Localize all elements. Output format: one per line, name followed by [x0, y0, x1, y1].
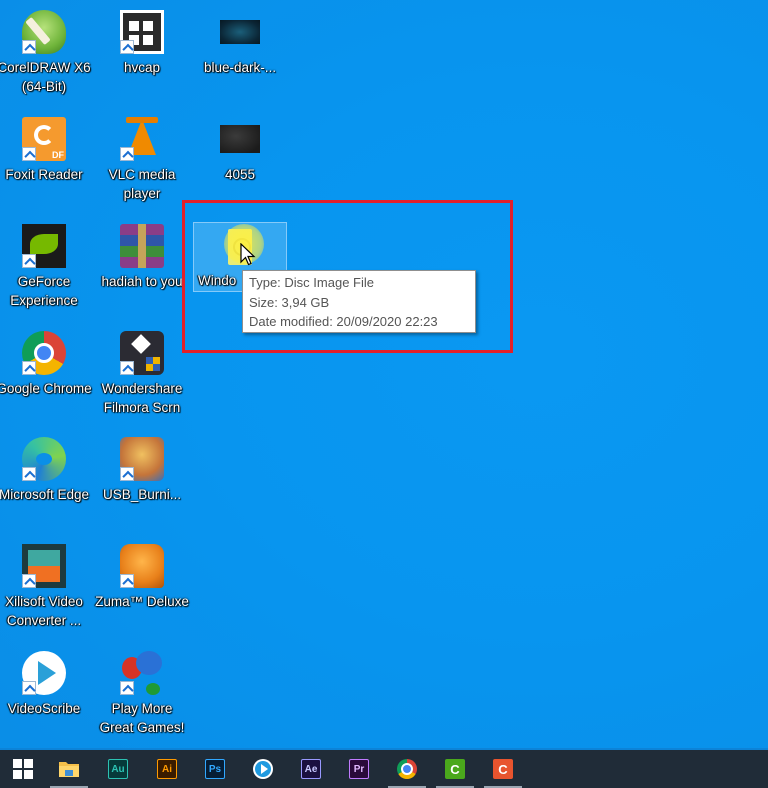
adobe-illustrator-icon: Ai: [157, 759, 177, 779]
taskbar-after-effects[interactable]: Ae: [288, 750, 334, 788]
desktop-icon-hvcap[interactable]: hvcap: [94, 10, 190, 77]
desktop-icon-hadiah-to-you[interactable]: hadiah to you: [94, 224, 190, 291]
taskbar-photoshop[interactable]: Ps: [192, 750, 238, 788]
desktop[interactable]: CorelDRAW X6 (64-Bit) Foxit Reader GeFor…: [0, 0, 768, 748]
adobe-after-effects-icon: Ae: [301, 759, 321, 779]
desktop-icon-coreldraw[interactable]: CorelDRAW X6 (64-Bit): [0, 10, 92, 96]
taskbar-camtasia-recorder[interactable]: C: [432, 750, 478, 788]
shortcut-arrow-icon: [22, 147, 36, 161]
camtasia-recorder-icon: C: [445, 759, 465, 779]
desktop-icon-blue-dark[interactable]: blue-dark-...: [192, 10, 288, 77]
icon-label: Zuma™ Deluxe: [95, 594, 189, 609]
taskbar-illustrator[interactable]: Ai: [144, 750, 190, 788]
taskbar-premiere-pro[interactable]: Pr: [336, 750, 382, 788]
icon-label: blue-dark-...: [203, 60, 277, 75]
shortcut-arrow-icon: [22, 361, 36, 375]
taskbar-audition[interactable]: Au: [95, 750, 141, 788]
desktop-icon-videoscribe[interactable]: VideoScribe: [0, 651, 92, 718]
icon-label: GeForce Experience: [10, 274, 78, 308]
winrar-archive-icon: [120, 224, 164, 268]
icon-label: 4055: [224, 167, 256, 182]
image-thumbnail-icon: [220, 20, 260, 44]
icon-label: Wondershare Filmora Scrn: [101, 381, 183, 415]
windows-logo-icon: [13, 759, 33, 779]
icon-label: USB_Burni...: [102, 487, 182, 502]
adobe-audition-icon: Au: [108, 759, 128, 779]
taskbar-file-explorer[interactable]: [46, 750, 92, 788]
icon-label: hadiah to you: [101, 274, 183, 289]
chrome-icon: [397, 759, 417, 779]
desktop-icon-google-chrome[interactable]: Google Chrome: [0, 331, 92, 398]
play-circle-icon: [253, 759, 273, 779]
shortcut-arrow-icon: [22, 40, 36, 54]
desktop-icon-geforce-experience[interactable]: GeForce Experience: [0, 224, 92, 310]
shortcut-arrow-icon: [120, 681, 134, 695]
icon-label: Microsoft Edge: [0, 487, 90, 502]
camtasia-icon: C: [493, 759, 513, 779]
taskbar-camtasia[interactable]: C: [480, 750, 526, 788]
desktop-icon-zuma-deluxe[interactable]: Zuma™ Deluxe: [94, 544, 190, 611]
shortcut-arrow-icon: [22, 681, 36, 695]
start-button[interactable]: [0, 750, 46, 788]
desktop-icon-microsoft-edge[interactable]: Microsoft Edge: [0, 437, 92, 504]
icon-label: CorelDRAW X6 (64-Bit): [0, 60, 91, 94]
icon-label: hvcap: [123, 60, 161, 75]
desktop-icon-play-more-great-games[interactable]: Play More Great Games!: [94, 651, 190, 737]
annotation-highlight-box: [182, 200, 513, 353]
shortcut-arrow-icon: [22, 574, 36, 588]
icon-label: VideoScribe: [7, 701, 81, 716]
adobe-premiere-pro-icon: Pr: [349, 759, 369, 779]
icon-label: Google Chrome: [0, 381, 92, 396]
desktop-icon-4055[interactable]: 4055: [192, 117, 288, 184]
shortcut-arrow-icon: [120, 147, 134, 161]
shortcut-arrow-icon: [120, 574, 134, 588]
taskbar: Au Ai Ps Ae Pr C C: [0, 748, 768, 788]
desktop-icon-foxit-reader[interactable]: Foxit Reader: [0, 117, 92, 184]
icon-label: Play More Great Games!: [99, 701, 185, 735]
adobe-photoshop-icon: Ps: [205, 759, 225, 779]
taskbar-media-player[interactable]: [240, 750, 286, 788]
shortcut-arrow-icon: [120, 40, 134, 54]
icon-label: VLC media player: [108, 167, 176, 201]
shortcut-arrow-icon: [22, 254, 36, 268]
shortcut-arrow-icon: [120, 467, 134, 481]
desktop-icon-wondershare-filmora-scrn[interactable]: Wondershare Filmora Scrn: [94, 331, 190, 417]
vlc-cone-base: [126, 117, 158, 123]
desktop-icon-xilisoft-video-converter[interactable]: Xilisoft Video Converter ...: [0, 544, 92, 630]
desktop-icon-usb-burning-tool[interactable]: USB_Burni...: [94, 437, 190, 504]
taskbar-chrome[interactable]: [384, 750, 430, 788]
icon-label: Xilisoft Video Converter ...: [5, 594, 83, 628]
shortcut-arrow-icon: [22, 467, 36, 481]
folder-icon: [59, 762, 79, 777]
image-thumbnail-icon: [220, 125, 260, 153]
shortcut-arrow-icon: [120, 361, 134, 375]
desktop-icon-vlc-media-player[interactable]: VLC media player: [94, 117, 190, 203]
icon-label: Foxit Reader: [5, 167, 83, 182]
